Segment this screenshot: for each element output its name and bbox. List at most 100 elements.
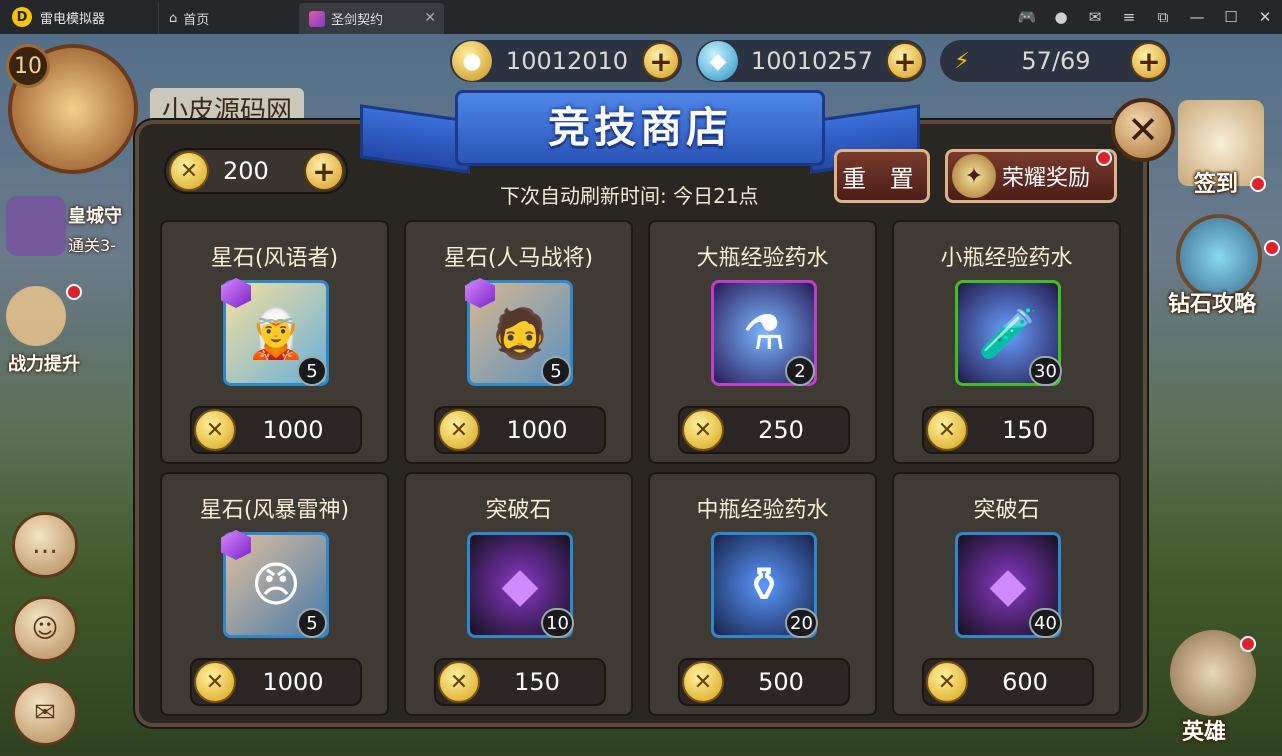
add-gold-button[interactable]: + (642, 42, 680, 80)
shop-item-card[interactable]: 大瓶经验药水 ⚗ 2 ✕ 250 (648, 220, 877, 464)
gold-resource-bar: ● 10012010 + (450, 40, 682, 82)
user-icon[interactable]: ● (1044, 8, 1078, 26)
item-quantity: 5 (297, 356, 327, 386)
minimize-icon[interactable]: — (1180, 8, 1214, 26)
event-title: 皇城守 (68, 206, 122, 227)
item-price-value: 1000 (506, 416, 568, 444)
reset-button[interactable]: 重 置 (834, 149, 930, 203)
tab-game-label: 圣剑契约 (331, 13, 384, 28)
arena-coin-icon: ✕ (194, 661, 236, 703)
menu-icon[interactable]: ≡ (1112, 8, 1146, 26)
arena-coin-icon: ✕ (438, 661, 480, 703)
event-subtitle: 通关3- (68, 236, 116, 255)
power-up-label: 战力提升 (8, 354, 80, 375)
gold-amount: 10012010 (505, 47, 629, 75)
honor-reward-button[interactable]: ✦ 荣耀奖励 (945, 149, 1117, 203)
tab-home-label: 首页 (183, 13, 210, 28)
player-level-badge: 10 (6, 44, 50, 88)
shop-item-card[interactable]: 小瓶经验药水 🧪 30 ✕ 150 (892, 220, 1121, 464)
honor-notify-dot (1096, 150, 1112, 166)
tab-home[interactable]: ⌂ 首页 (158, 3, 299, 34)
item-name: 星石(风语者) (210, 246, 339, 271)
honor-reward-label: 荣耀奖励 (1002, 166, 1091, 191)
item-quantity: 40 (1029, 608, 1062, 638)
add-arena-currency-button[interactable]: + (304, 151, 344, 191)
diamond-icon: ◆ (698, 41, 738, 81)
arena-coin-icon: ✕ (194, 409, 236, 451)
arena-coin-icon: ✕ (926, 409, 968, 451)
item-name: 突破石 (973, 498, 1040, 523)
diamond-guide-notify-dot (1264, 240, 1280, 256)
chat-icon[interactable]: … (12, 512, 78, 578)
checkin-label: 签到 (1194, 172, 1239, 197)
shop-item-card[interactable]: 突破石 ◆ 10 ✕ 150 (404, 472, 633, 716)
power-up-notify-dot (66, 284, 82, 300)
shop-item-card[interactable]: 突破石 ◆ 40 ✕ 600 (892, 472, 1121, 716)
item-quantity: 20 (785, 608, 818, 638)
banner-left-wing (360, 104, 470, 174)
hero-label: 英雄 (1182, 720, 1227, 745)
popout-icon[interactable]: ⧉ (1146, 8, 1180, 26)
arena-coin-icon: ✕ (682, 409, 724, 451)
item-price-value: 1000 (262, 668, 324, 696)
item-name: 星石(风暴雷神) (199, 498, 350, 523)
item-quantity: 2 (785, 356, 815, 386)
close-shop-button[interactable]: ✕ (1111, 98, 1175, 162)
shop-item-card[interactable]: 中瓶经验药水 ⚱ 20 ✕ 500 (648, 472, 877, 716)
gamepad-icon[interactable]: 🎮 (1010, 8, 1044, 26)
energy-resource-bar: ⚡ 57/69 + (940, 40, 1170, 82)
item-quantity: 10 (541, 608, 574, 638)
diamond-amount: 10010257 (750, 47, 874, 75)
item-price: ✕ 150 (922, 406, 1094, 454)
add-diamond-button[interactable]: + (886, 42, 924, 80)
item-quantity: 30 (1029, 356, 1062, 386)
arena-coin-icon: ✕ (682, 661, 724, 703)
item-price-value: 150 (1002, 416, 1048, 444)
arena-coin-icon: ✕ (926, 661, 968, 703)
power-up-icon[interactable] (6, 286, 66, 346)
item-name: 小瓶经验药水 (940, 246, 1073, 271)
hero-notify-dot (1240, 636, 1256, 652)
tab-close-icon[interactable]: ✕ (424, 10, 436, 26)
arena-coin-icon: ✕ (438, 409, 480, 451)
item-price: ✕ 1000 (190, 658, 362, 706)
item-price-value: 150 (514, 668, 560, 696)
item-quantity: 5 (297, 608, 327, 638)
friends-icon[interactable]: ☺ (12, 596, 78, 662)
arena-coin-icon: ✕ (169, 151, 209, 191)
tab-game[interactable]: 圣剑契约 ✕ (299, 3, 444, 34)
item-quantity: 5 (541, 356, 571, 386)
maximize-icon[interactable]: ☐ (1214, 8, 1248, 26)
shop-title: 竞技商店 (547, 103, 732, 152)
shop-item-card[interactable]: 星石(风语者) 🧝 5 ✕ 1000 (160, 220, 389, 464)
energy-amount: 57/69 (1021, 47, 1091, 75)
gold-coin-icon: ● (452, 41, 492, 81)
emulator-logo-icon: D (12, 7, 32, 27)
event-icon[interactable] (6, 196, 66, 256)
honor-badge-icon: ✦ (952, 154, 996, 198)
item-price: ✕ 1000 (190, 406, 362, 454)
home-icon: ⌂ (169, 11, 178, 26)
item-price: ✕ 500 (678, 658, 850, 706)
close-icon[interactable]: ✕ (1248, 8, 1282, 26)
item-price: ✕ 150 (434, 658, 606, 706)
item-price-value: 500 (758, 668, 804, 696)
add-energy-button[interactable]: + (1130, 42, 1168, 80)
checkin-notify-dot (1250, 176, 1266, 192)
diamond-resource-bar: ◆ 10010257 + (696, 40, 926, 82)
item-price: ✕ 250 (678, 406, 850, 454)
mail-icon[interactable]: ✉ (1078, 8, 1112, 26)
shop-item-card[interactable]: 星石(人马战将) 🧔 5 ✕ 1000 (404, 220, 633, 464)
app-name: 雷电模拟器 (40, 11, 106, 27)
item-price-value: 1000 (262, 416, 324, 444)
item-price: ✕ 1000 (434, 406, 606, 454)
item-price-value: 250 (758, 416, 804, 444)
arena-currency-amount: 200 (223, 157, 269, 185)
item-name: 大瓶经验药水 (696, 246, 829, 271)
mail-game-icon[interactable]: ✉ (12, 680, 78, 746)
item-name: 中瓶经验药水 (696, 498, 829, 523)
game-icon (309, 10, 325, 27)
shop-item-card[interactable]: 星石(风暴雷神) 😠 5 ✕ 1000 (160, 472, 389, 716)
energy-icon: ⚡ (954, 48, 970, 74)
emulator-titlebar: D 雷电模拟器 ⌂ 首页 圣剑契约 ✕ 🎮 ● ✉ ≡ ⧉ — ☐ ✕ (0, 0, 1282, 34)
